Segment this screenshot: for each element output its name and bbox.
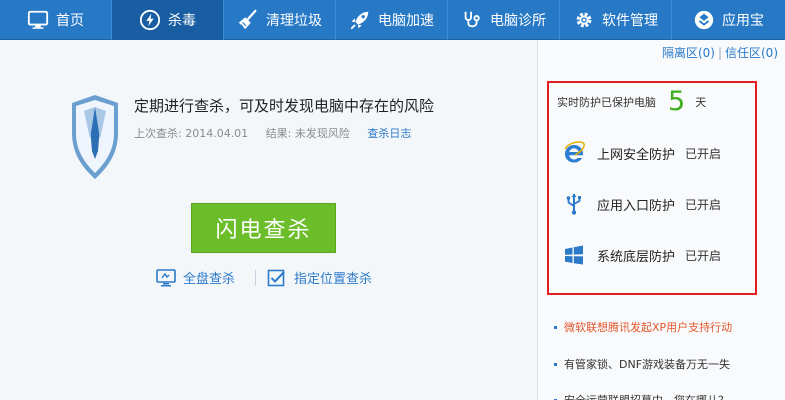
bullet-icon [554,362,557,366]
shield-icon [72,95,118,179]
protected-label: 实时防护已保护电脑 [557,95,656,109]
scan-result: 结果: 未发现风险 [265,127,350,140]
tab-label: 电脑诊所 [490,13,546,29]
custom-scan-label: 指定位置查杀 [294,272,373,287]
gear-icon [576,12,592,28]
custom-scan-link[interactable]: 指定位置查杀 [267,268,372,287]
news-text: 有管家锁、DNF游戏装备万无一失 [564,358,731,371]
protection-status: 已开启 [685,248,722,263]
monitor-icon [27,10,49,29]
protected-days-row: 实时防护已保护电脑 5 天 [557,88,706,115]
news-item[interactable]: 安全运营联盟招募中，您在哪儿？ [554,392,729,400]
stethoscope-icon [464,11,480,28]
news-item[interactable]: 微软联想腾讯发起XP用户支持行动 [554,319,732,335]
protection-label: 应用入口防护 [597,198,676,214]
bullet-icon [554,325,557,329]
tab-pc-clinic[interactable]: 电脑诊所 [448,0,560,40]
tab-software-manager[interactable]: 软件管理 [560,0,672,40]
tab-label: 杀毒 [168,13,196,29]
usb-icon [566,193,581,215]
tab-home[interactable]: 首页 [0,0,112,40]
web-protection-item[interactable]: 上网安全防护 已开启 [562,141,721,165]
protection-status: 已开启 [685,146,722,161]
protection-side-panel: 隔离区(0) | 信任区(0) 实时防护已保护电脑 5 天 上网安全防护 已开启 应… [537,40,785,400]
tab-label: 首页 [56,13,84,29]
scan-info: 上次查杀: 2014.04.01 结果: 未发现风险 查杀日志 [134,125,411,141]
news-text: 微软联想腾讯发起XP用户支持行动 [564,321,733,334]
full-scan-link[interactable]: 全盘查杀 [156,268,235,287]
tab-label: 应用宝 [722,13,764,29]
protection-status: 已开启 [685,197,722,212]
full-scan-label: 全盘查杀 [183,272,236,287]
checkbox-icon [267,269,285,286]
rocket-icon [350,11,369,30]
protected-days-count: 5 [668,86,686,117]
tab-antivirus[interactable]: 杀毒 [112,0,224,40]
top-nav: 首页 杀毒 清理垃圾 电脑加速 电脑诊所 软件管理 应用宝 [0,0,785,40]
tab-speed-up[interactable]: 电脑加速 [336,0,448,40]
tab-app-store[interactable]: 应用宝 [672,0,785,40]
antivirus-main-panel: 定期进行查杀，可及时发现电脑中存在的风险 上次查杀: 2014.04.01 结果… [0,40,537,400]
scan-log-link[interactable]: 查杀日志 [367,127,411,140]
broom-icon [238,9,257,30]
protection-label: 系统底层防护 [597,249,676,265]
divider [255,269,257,286]
tab-clean-junk[interactable]: 清理垃圾 [224,0,336,40]
entry-protection-item[interactable]: 应用入口防护 已开启 [562,192,721,216]
ie-icon [564,141,585,163]
news-item[interactable]: 有管家锁、DNF游戏装备万无一失 [554,356,730,372]
trust-zone-link[interactable]: 信任区(0) [725,46,778,60]
app-store-icon [694,10,714,30]
quarantine-trust-links: 隔离区(0) | 信任区(0) [661,46,778,60]
monitor-scan-icon [156,268,176,286]
quick-scan-button[interactable]: 闪电查杀 [191,203,336,253]
tab-label: 电脑加速 [378,13,434,29]
last-scan-date: 上次查杀: 2014.04.01 [134,127,249,140]
system-protection-item[interactable]: 系统底层防护 已开启 [562,243,721,267]
scan-headline: 定期进行查杀，可及时发现电脑中存在的风险 [134,97,435,115]
tab-label: 软件管理 [602,13,658,29]
tab-label: 清理垃圾 [266,13,322,29]
days-unit: 天 [695,95,707,109]
protection-label: 上网安全防护 [597,147,676,163]
lightning-icon [139,9,161,31]
windows-icon [565,245,583,265]
quarantine-link[interactable]: 隔离区(0) [662,46,715,60]
scan-options: 全盘查杀 指定位置查杀 [156,268,372,287]
news-text: 安全运营联盟招募中，您在哪儿？ [564,392,729,400]
